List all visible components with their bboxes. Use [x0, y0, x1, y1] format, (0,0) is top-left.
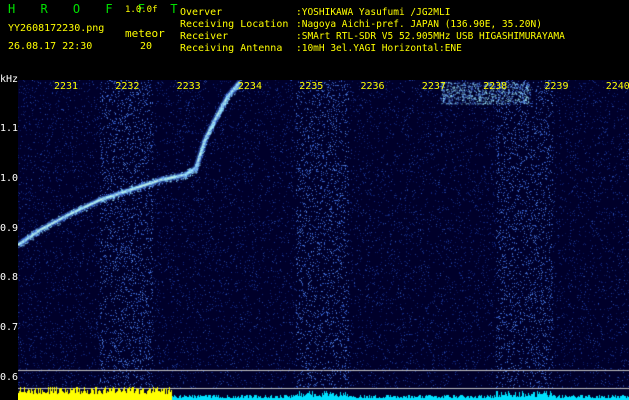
- info-label-location: Receiving Location: [180, 19, 289, 30]
- info-value-observer: :YOSHIKAWA Yasufumi /JG2MLI: [296, 7, 451, 18]
- x-tick-label: 2235: [299, 81, 324, 92]
- meteor-label: meteor: [125, 27, 165, 40]
- y-tick-label: 1.0: [0, 172, 19, 184]
- spectrogram-plot: [18, 80, 629, 400]
- header-panel: H R O F F T 1.0.0f YY2608172230.png mete…: [0, 0, 629, 70]
- meteor-count: 20: [140, 41, 153, 52]
- y-axis-unit: kHz: [0, 74, 19, 85]
- waterfall-canvas: [18, 80, 629, 400]
- x-tick-label: 2236: [360, 81, 385, 92]
- y-tick-label: 0.6: [0, 372, 19, 383]
- y-tick-label: 0.7: [0, 322, 19, 334]
- x-tick-label: 2239: [544, 81, 569, 92]
- date-time: 26.08.17 22:30: [8, 41, 93, 52]
- info-label-receiver: Receiver: [180, 31, 229, 42]
- x-tick-label: 2238: [483, 81, 508, 92]
- y-tick-label: 1.1: [0, 123, 19, 134]
- file-name: YY2608172230.png: [8, 23, 105, 34]
- info-value-location: :Nagoya Aichi-pref. JAPAN (136.90E, 35.2…: [296, 19, 542, 30]
- info-label-antenna: Receiving Antenna: [180, 43, 283, 54]
- info-label-observer: Overver: [180, 7, 223, 18]
- x-tick-label: 2232: [115, 81, 140, 92]
- app-title: H R O F F T: [8, 2, 187, 16]
- x-tick-label: 2240: [605, 81, 629, 92]
- x-tick-label: 2234: [237, 81, 262, 92]
- info-value-receiver: :SMArt RTL-SDR V5 52.905MHz USB HIGASHIM…: [296, 31, 565, 42]
- y-tick-label: 0.8: [0, 272, 19, 284]
- app-version: 1.0.0f: [125, 5, 158, 15]
- x-tick-label: 2231: [54, 81, 79, 92]
- y-tick-label: 0.9: [0, 222, 19, 234]
- x-tick-label: 2233: [176, 81, 201, 92]
- x-tick-label: 2237: [421, 81, 446, 92]
- info-value-antenna: :10mH 3el.YAGI Horizontal:ENE: [296, 43, 462, 54]
